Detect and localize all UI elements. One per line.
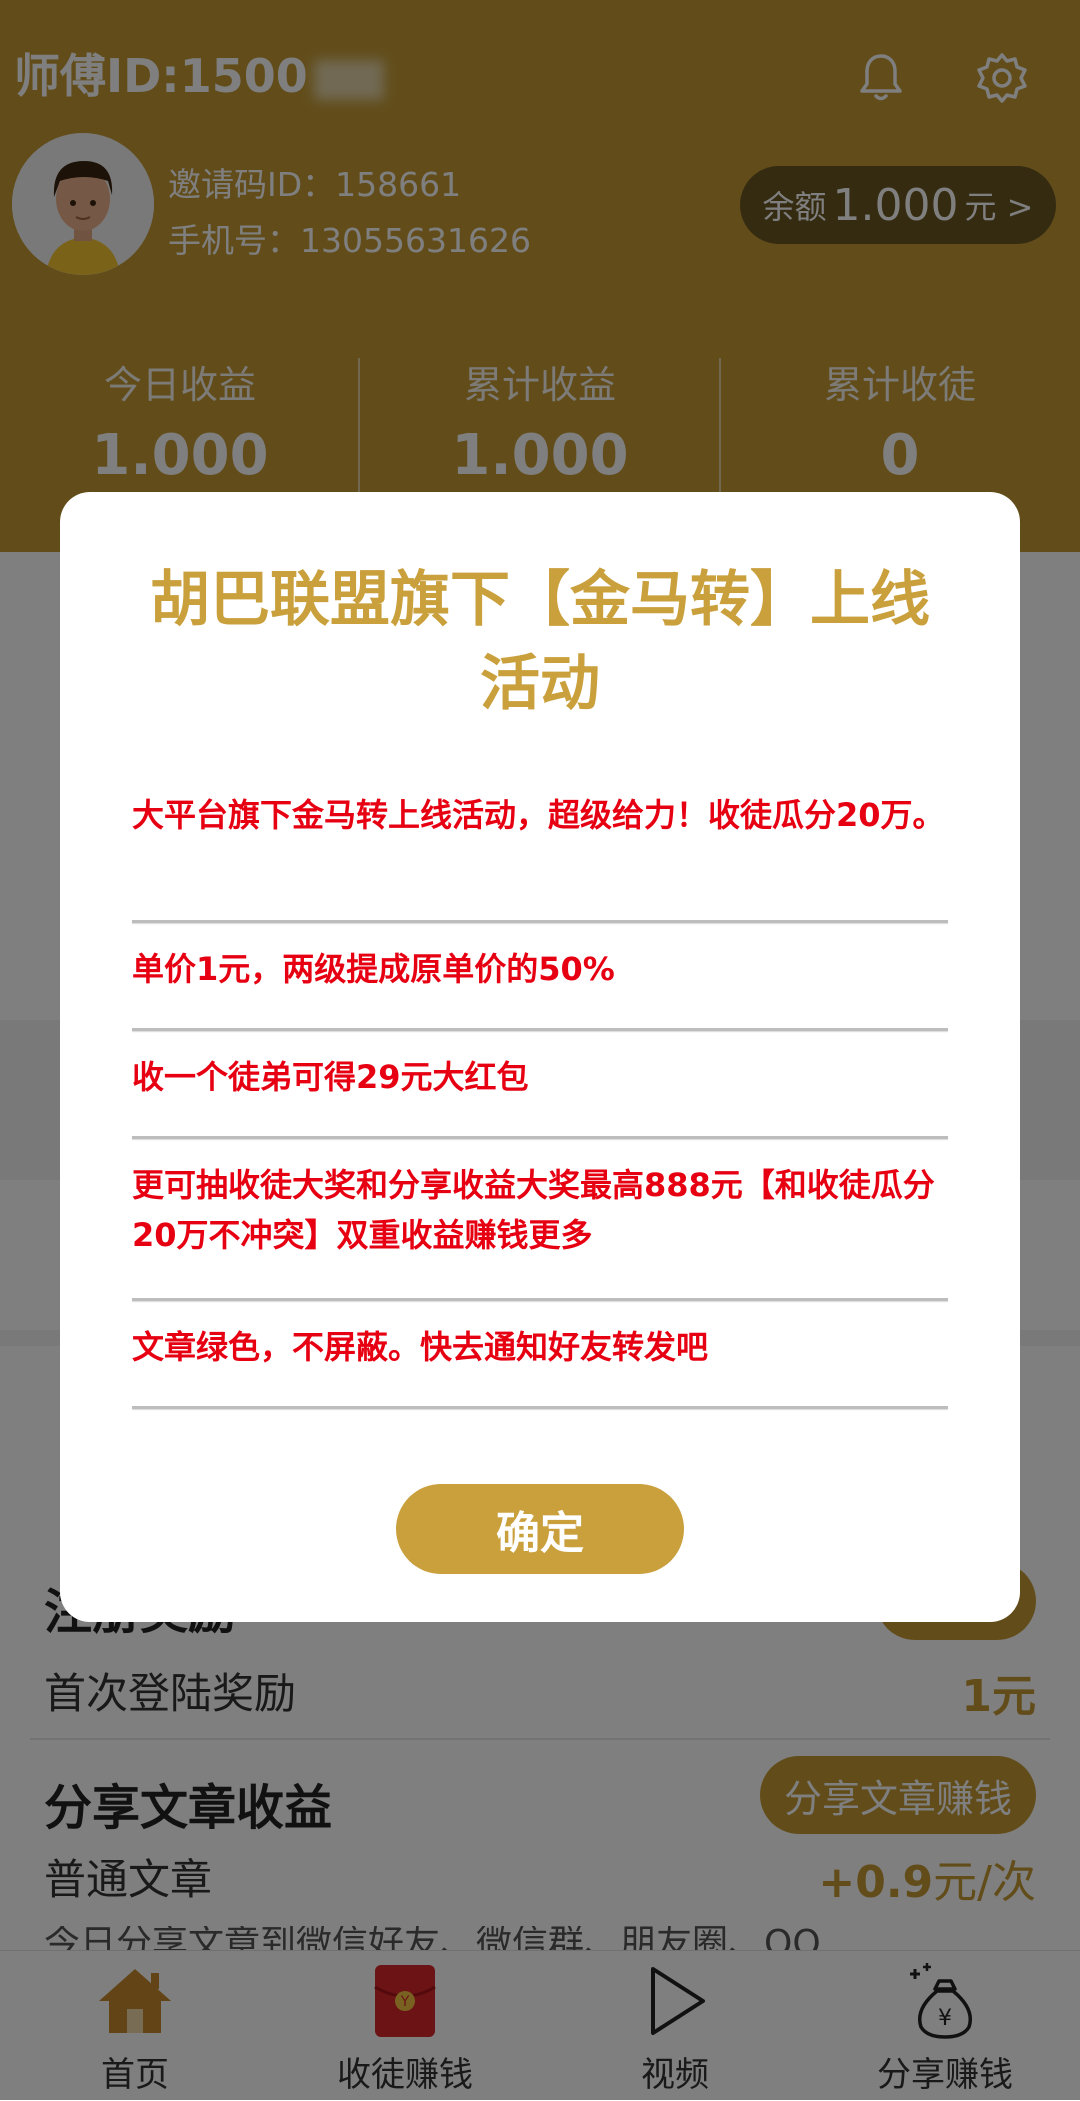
dialog-item: 大平台旗下金马转上线活动，超级给力！收徒瓜分20万。 (132, 796, 945, 834)
dialog-item: 单价1元，两级提成原单价的50% (132, 950, 615, 988)
dialog-item: 更可抽收徒大奖和分享收益大奖最高888元【和收徒瓜分20万不冲突】双重收益赚钱更… (132, 1166, 935, 1254)
dialog-divider (132, 1136, 948, 1139)
announcement-dialog: 胡巴联盟旗下【金马转】上线活动 大平台旗下金马转上线活动，超级给力！收徒瓜分20… (60, 492, 1020, 1622)
dialog-item: 文章绿色，不屏蔽。快去通知好友转发吧 (132, 1328, 709, 1366)
dialog-divider (132, 1298, 948, 1301)
confirm-button[interactable]: 确定 (396, 1484, 684, 1574)
dialog-divider (132, 1406, 948, 1409)
dialog-divider (132, 920, 948, 923)
dialog-item: 收一个徒弟可得29元大红包 (132, 1058, 529, 1096)
dialog-title: 胡巴联盟旗下【金马转】上线活动 (150, 565, 930, 719)
dialog-divider (132, 1028, 948, 1031)
